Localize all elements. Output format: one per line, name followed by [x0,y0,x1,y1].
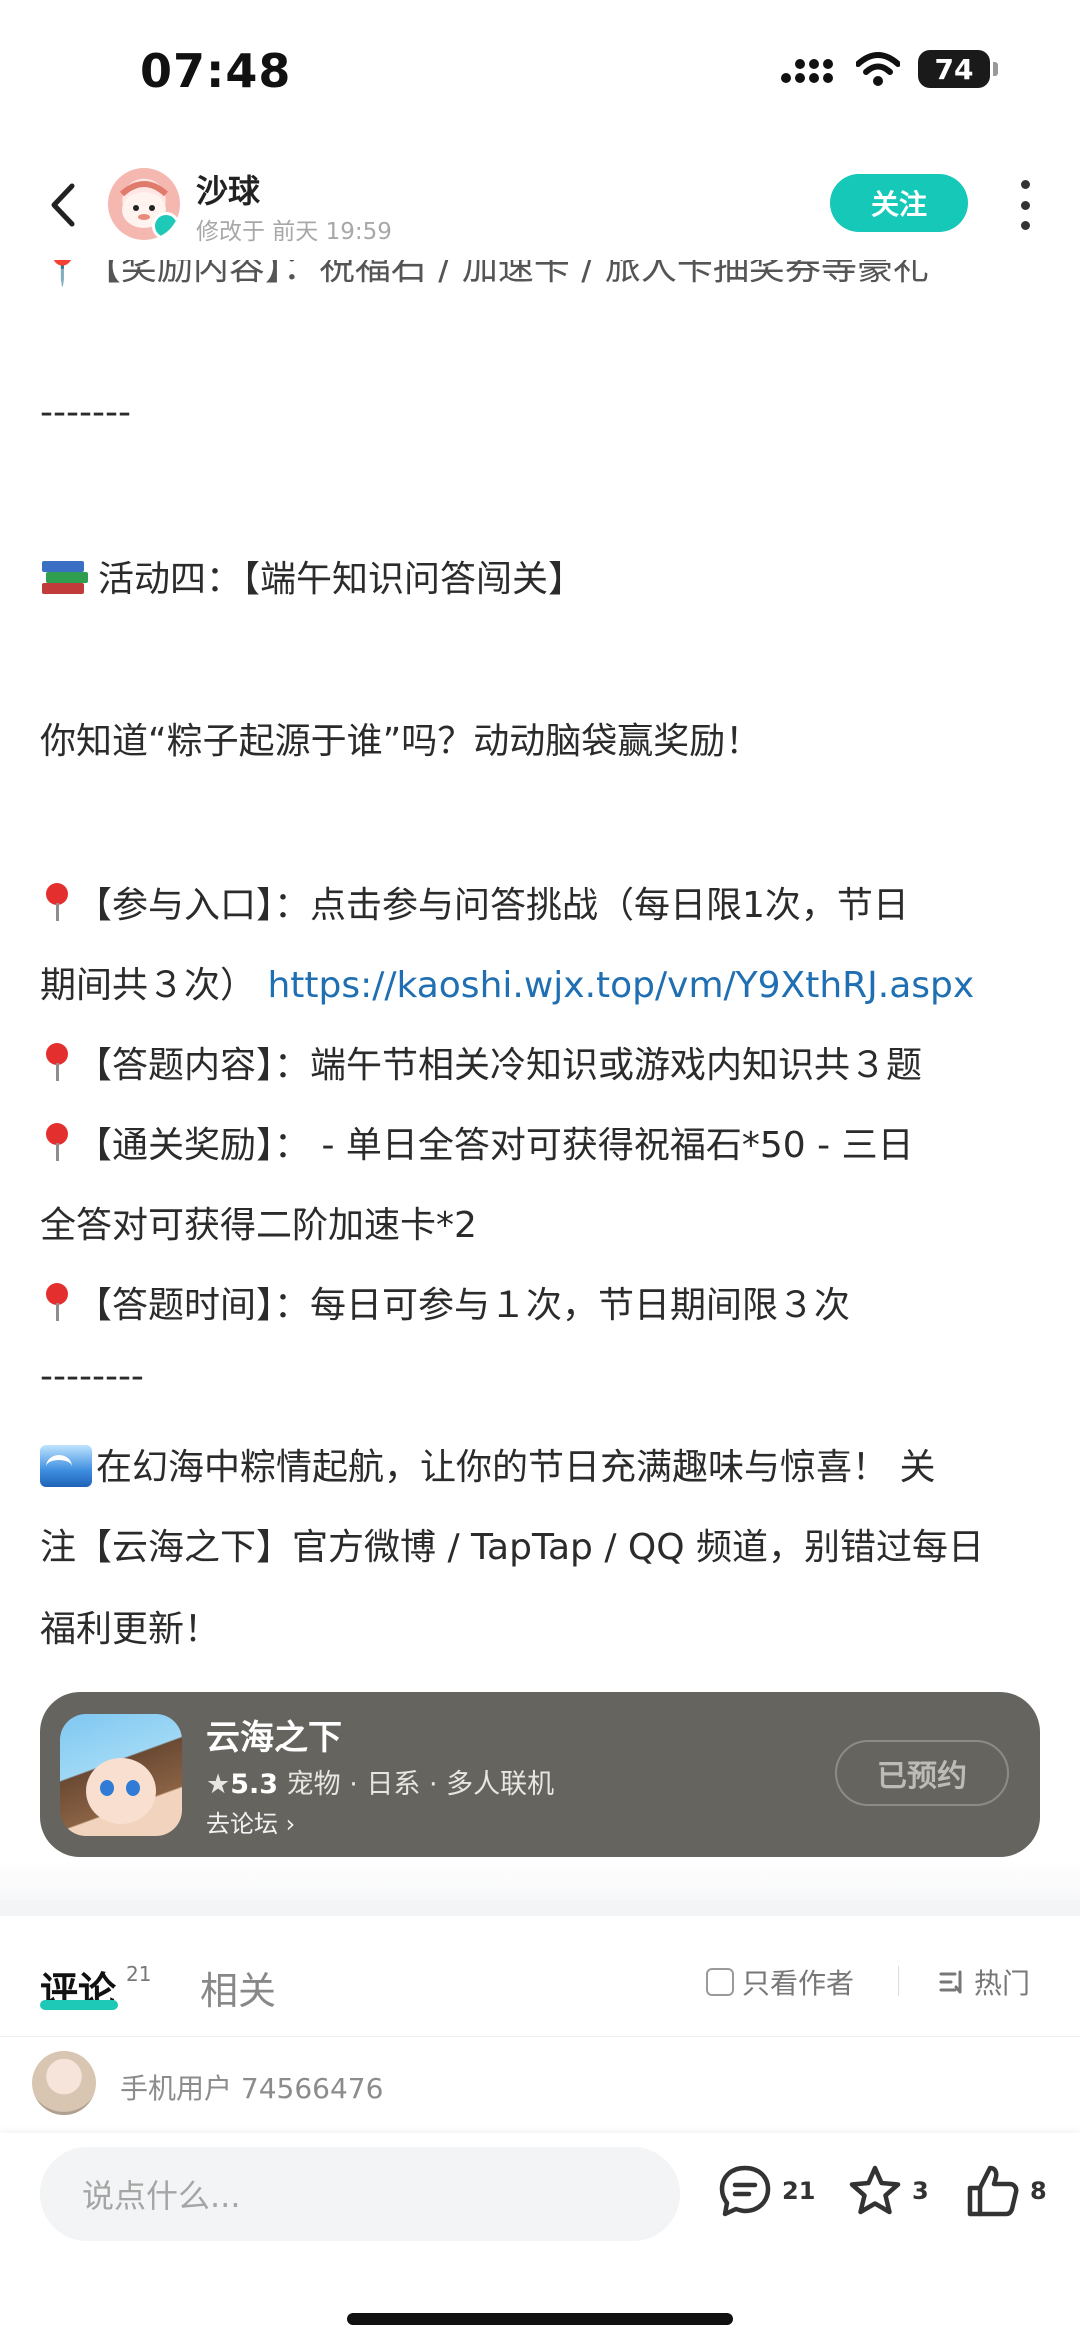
author-name[interactable]: 沙球 [196,166,260,212]
comment-button[interactable]: 21 [716,2161,815,2221]
time-line: 【答题时间】：每日可参与１次，节日期间限３次 [40,1276,850,1328]
post-edit-time: 修改于 前天 19:59 [196,219,392,245]
tab-comments-count: 21 [126,1962,152,1986]
article-divider: ------- [40,392,131,433]
game-title[interactable]: 云海之下 [206,1710,342,1759]
game-tags: 宠物 · 日系 · 多人联机 [286,1769,555,1800]
wave-icon [40,1445,92,1487]
commenter-avatar[interactable] [32,2051,96,2115]
activity-title: 活动四：【端午知识问答闯关】 [40,550,584,602]
game-score: 5.3 [230,1769,279,1800]
closing-line: 在幻海中粽情起航，让你的节日充满趣味与惊喜！ 关 [40,1438,935,1490]
books-icon [40,557,88,597]
game-icon[interactable] [60,1714,182,1836]
content-line: 【答题内容】：端午节相关冷知识或游戏内知识共３题 [40,1036,922,1088]
pin-icon [40,1283,74,1323]
home-indicator[interactable] [347,2313,733,2325]
section-gap [0,1900,1080,1916]
comment-icon [719,2165,771,2217]
game-meta: ★5.3 宠物 · 日系 · 多人联机 [206,1762,554,1801]
game-card[interactable]: 云海之下 ★5.3 宠物 · 日系 · 多人联机 去论坛 › 已预约 [40,1692,1040,1857]
battery-indicator: 74 [918,50,998,88]
divider [898,1966,899,1996]
reserved-button[interactable]: 已预约 [835,1740,1009,1806]
forum-link[interactable]: 去论坛 › [206,1804,295,1839]
chevron-right-icon: › [285,1810,296,1838]
article-divider: -------- [40,1356,144,1397]
commenter-name[interactable]: 手机用户 74566476 [120,2067,383,2107]
pin-icon [40,1043,74,1083]
bottom-action-bar: 说点什么... 21 3 8 [0,2133,1080,2341]
back-icon[interactable] [38,178,92,232]
activity-intro: 你知道“粽子起源于谁”吗？动动脑袋赢奖励！ [40,721,762,762]
post-header: 沙球 修改于 前天 19:59 关注 [0,150,1080,260]
more-options-icon[interactable] [1010,180,1040,230]
comment-item[interactable]: 手机用户 74566476 [0,2037,1080,2133]
thumbs-up-icon [967,2165,1019,2217]
comment-tabs: 评论 21 相关 只看作者 热门 [0,1916,1080,2037]
closing-line-2: 注【云海之下】官方微博 / TapTap / QQ 频道，别错过每日 [40,1527,985,1568]
star-icon: ★ [206,1769,231,1800]
reward-line: 【通关奖励】： - 单日全答对可获得祝福石*50 - 三日 [40,1116,914,1168]
author-avatar[interactable] [108,168,180,240]
reward-line-2: 全答对可获得二阶加速卡*2 [40,1205,477,1246]
comment-input[interactable]: 说点什么... [40,2147,680,2241]
status-time: 07:48 [140,44,292,98]
active-tab-indicator [40,2000,118,2010]
pin-icon [40,1123,74,1163]
like-button[interactable]: 8 [964,2161,1047,2221]
tab-related[interactable]: 相关 [200,1960,276,2015]
status-bar: 07:48 74 [0,0,1080,150]
pin-icon [40,883,74,923]
closing-line-3: 福利更新！ [40,1609,221,1650]
verified-badge-icon [152,212,180,240]
sort-hot[interactable]: 热门 [938,1962,1030,2002]
wifi-icon [856,52,900,86]
favorite-button[interactable]: 3 [846,2161,929,2221]
entry-line: 【参与入口】：点击参与问答挑战（每日限1次，节日 [40,876,909,928]
follow-button[interactable]: 关注 [830,174,968,232]
sort-icon [939,1970,962,1994]
star-outline-icon [849,2165,901,2215]
only-author-toggle[interactable]: 只看作者 [706,1962,854,2002]
entry-line-2: 期间共３次） https://kaoshi.wjx.top/vm/Y9XthRJ… [40,965,975,1006]
status-icons: 74 [780,50,998,88]
cellular-signal-icon [781,59,833,83]
checkbox-icon[interactable] [706,1968,734,1996]
entry-link[interactable]: https://kaoshi.wjx.top/vm/Y9XthRJ.aspx [267,965,974,1006]
